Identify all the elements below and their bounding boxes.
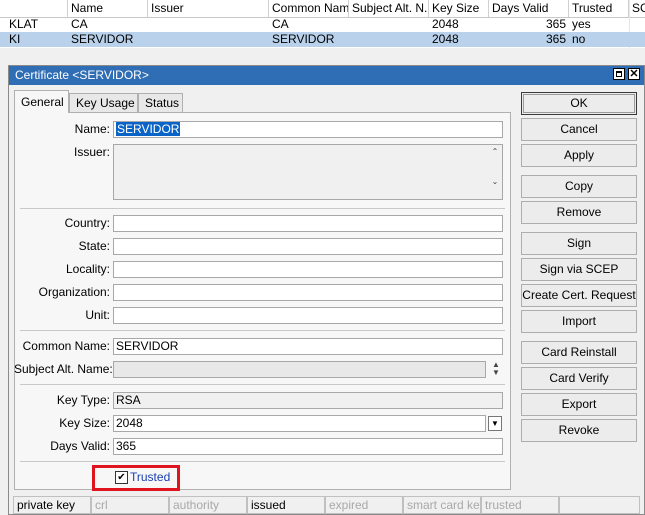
tab-key-usage[interactable]: Key Usage bbox=[69, 93, 138, 112]
apply-button[interactable]: Apply bbox=[521, 144, 637, 167]
row-issuer bbox=[148, 32, 269, 47]
name-value: SERVIDOR bbox=[116, 122, 181, 136]
dialog-titlebar[interactable]: Certificate <SERVIDOR> ✕ bbox=[9, 66, 644, 85]
col-subject-alt-header[interactable]: Subject Alt. N... bbox=[349, 0, 429, 17]
status-smart-card-key: smart card key bbox=[403, 496, 481, 514]
status-empty bbox=[559, 496, 640, 514]
trusted-checkbox[interactable]: ✔ bbox=[115, 471, 128, 484]
table-row-selected[interactable]: KI SERVIDOR SERVIDOR 2048 365 no bbox=[0, 32, 645, 47]
subject-alt-name-label: Subject Alt. Name: bbox=[14, 362, 113, 376]
unit-field[interactable] bbox=[113, 307, 503, 324]
dialog-title: Certificate <SERVIDOR> bbox=[15, 68, 149, 82]
row-flags: KI bbox=[9, 32, 21, 46]
row-subject-alt bbox=[349, 32, 429, 47]
sign-button[interactable]: Sign bbox=[521, 232, 637, 255]
card-verify-button[interactable]: Card Verify bbox=[521, 367, 637, 390]
days-valid-field[interactable]: 365 bbox=[113, 438, 503, 455]
row-trusted: no bbox=[572, 32, 586, 46]
status-bar: private key crl authority issued expired… bbox=[9, 496, 644, 514]
certificates-table: Name Issuer Common Name Subject Alt. N..… bbox=[0, 0, 645, 48]
cancel-button[interactable]: Cancel bbox=[521, 118, 637, 141]
row-key-size: 2048 bbox=[432, 32, 459, 46]
sign-via-scep-button[interactable]: Sign via SCEP bbox=[521, 258, 637, 281]
organization-field[interactable] bbox=[113, 284, 503, 301]
separator bbox=[20, 461, 505, 462]
col-issuer-header[interactable]: Issuer bbox=[148, 0, 269, 17]
status-issued: issued bbox=[247, 496, 325, 514]
key-type-label: Key Type: bbox=[56, 393, 110, 407]
name-label: Name: bbox=[74, 122, 110, 136]
col-sc-header[interactable]: SC bbox=[629, 0, 645, 17]
row-name: CA bbox=[71, 17, 88, 31]
name-field[interactable]: SERVIDOR bbox=[113, 121, 503, 138]
ok-button[interactable]: OK bbox=[521, 92, 637, 115]
status-crl: crl bbox=[91, 496, 169, 514]
row-subject-alt bbox=[349, 17, 429, 32]
col-common-name-header[interactable]: Common Name bbox=[269, 0, 349, 17]
row-key-size: 2048 bbox=[432, 17, 459, 31]
up-down-arrows-icon[interactable]: ▲ ▼ bbox=[491, 361, 501, 379]
country-label: Country: bbox=[64, 216, 110, 230]
trusted-label[interactable]: Trusted bbox=[130, 470, 170, 485]
country-field[interactable] bbox=[113, 215, 503, 232]
organization-label: Organization: bbox=[38, 285, 110, 299]
days-valid-label: Days Valid: bbox=[50, 439, 110, 453]
unit-label: Unit: bbox=[85, 308, 110, 322]
row-common-name: SERVIDOR bbox=[272, 32, 335, 46]
separator bbox=[20, 208, 505, 209]
table-row[interactable]: KLAT CA CA 2048 365 yes bbox=[0, 17, 645, 32]
common-name-label: Common Name: bbox=[22, 339, 110, 353]
maximize-icon[interactable] bbox=[613, 68, 625, 80]
card-reinstall-button[interactable]: Card Reinstall bbox=[521, 341, 637, 364]
key-size-label: Key Size: bbox=[59, 416, 110, 430]
row-trusted: yes bbox=[572, 17, 591, 31]
dropdown-arrow-icon[interactable]: ▼ bbox=[488, 416, 502, 431]
common-name-field[interactable]: SERVIDOR bbox=[113, 338, 503, 355]
separator bbox=[20, 330, 505, 331]
copy-button[interactable]: Copy bbox=[521, 175, 637, 198]
state-field[interactable] bbox=[113, 238, 503, 255]
status-private-key: private key bbox=[13, 496, 91, 514]
row-flags: KLAT bbox=[9, 17, 39, 31]
export-button[interactable]: Export bbox=[521, 393, 637, 416]
col-trusted-header[interactable]: Trusted bbox=[569, 0, 629, 17]
import-button[interactable]: Import bbox=[521, 310, 637, 333]
certificate-dialog: Certificate <SERVIDOR> ✕ General Key Usa… bbox=[8, 65, 645, 515]
separator bbox=[20, 384, 505, 385]
state-label: State: bbox=[78, 239, 110, 253]
issuer-label: Issuer: bbox=[73, 145, 110, 159]
scroll-arrows-icon[interactable]: ⌃ ⌄ bbox=[490, 147, 500, 199]
col-name-header[interactable]: Name bbox=[68, 0, 148, 17]
tab-status[interactable]: Status bbox=[138, 93, 183, 112]
checkmark-icon: ✔ bbox=[117, 472, 126, 483]
col-flags-header[interactable] bbox=[0, 0, 68, 17]
status-trusted: trusted bbox=[481, 496, 559, 514]
col-key-size-header[interactable]: Key Size bbox=[429, 0, 489, 17]
key-type-field[interactable]: RSA bbox=[113, 392, 503, 409]
row-name: SERVIDOR bbox=[71, 32, 134, 46]
row-days-valid: 365 bbox=[545, 17, 566, 31]
row-common-name: CA bbox=[272, 17, 289, 31]
status-expired: expired bbox=[325, 496, 403, 514]
row-issuer bbox=[148, 17, 269, 32]
tab-general[interactable]: General bbox=[14, 90, 69, 113]
locality-field[interactable] bbox=[113, 261, 503, 278]
status-authority: authority bbox=[169, 496, 247, 514]
col-days-valid-header[interactable]: Days Valid bbox=[489, 0, 569, 17]
issuer-field[interactable]: ⌃ ⌄ bbox=[113, 144, 503, 200]
subject-alt-name-field[interactable] bbox=[113, 361, 486, 378]
locality-label: Locality: bbox=[65, 262, 110, 276]
close-icon[interactable]: ✕ bbox=[628, 68, 640, 80]
create-cert-request-button[interactable]: Create Cert. Request bbox=[521, 284, 637, 307]
remove-button[interactable]: Remove bbox=[521, 201, 637, 224]
table-header: Name Issuer Common Name Subject Alt. N..… bbox=[0, 0, 645, 18]
row-days-valid: 365 bbox=[545, 32, 566, 46]
revoke-button[interactable]: Revoke bbox=[521, 419, 637, 442]
key-size-field[interactable]: 2048 bbox=[113, 415, 486, 432]
